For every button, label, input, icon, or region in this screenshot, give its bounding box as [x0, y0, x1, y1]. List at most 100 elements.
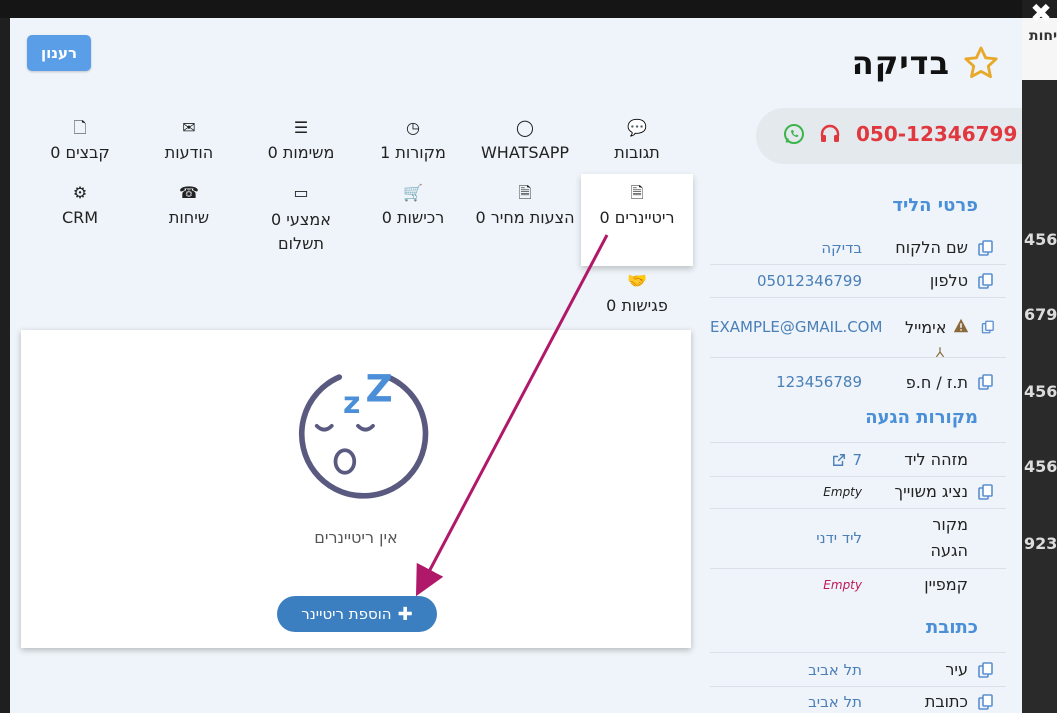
copy-icon[interactable] — [976, 372, 996, 392]
star-icon[interactable] — [962, 44, 1000, 82]
page-title: בדיקה — [851, 44, 950, 82]
detail-row: אימייל EXAMPLE@GMAIL.COM — [710, 297, 1006, 358]
detail-label: שם הלקוח — [895, 238, 968, 257]
tab-whatsapp[interactable]: ◯ WHATSAPP — [469, 117, 581, 162]
detail-value[interactable]: Empty — [710, 485, 872, 499]
cart-icon: 🛒 — [403, 183, 423, 202]
tab-sources[interactable]: ◷ 1 מקורות — [357, 117, 469, 162]
tab-label: 0 משימות — [267, 143, 335, 162]
tab-label: הודעות — [164, 143, 214, 162]
svg-text:Z: Z — [366, 367, 393, 411]
detail-label: נציג משוייך — [894, 482, 968, 501]
phone-icon: ☎ — [179, 183, 199, 202]
background-text: 6795 — [1024, 305, 1057, 324]
detail-label: מזהה ליד — [904, 450, 968, 469]
copy-icon[interactable] — [980, 317, 996, 337]
whatsapp-icon[interactable] — [782, 122, 806, 146]
pdf-icon: 🗎 — [518, 183, 532, 202]
background-text: 9232 — [1024, 534, 1057, 553]
detail-value[interactable]: תל אביב — [710, 693, 872, 711]
tab-files[interactable]: 🗋 0 קבצים — [24, 117, 136, 162]
detail-label: אימייל — [892, 317, 971, 358]
add-retainer-button[interactable]: הוספת ריטיינר ✚ — [277, 596, 437, 632]
background-text: שיחות — [1029, 28, 1057, 44]
tab-label: WHATSAPP — [480, 143, 570, 162]
background-top-nav — [0, 0, 1022, 18]
tab-crm[interactable]: ⚙ CRM — [24, 182, 136, 227]
detail-value[interactable]: Empty — [710, 578, 872, 592]
email-label: אימייל — [905, 318, 947, 337]
background-text: 4567 — [1024, 230, 1057, 249]
tab-label: 0 ריטיינרים — [599, 208, 675, 227]
gear-icon: ⚙ — [72, 183, 88, 202]
handshake-icon: 🤝 — [627, 271, 647, 290]
lead-modal: בדיקה רענון 050-12346799 פרטי הליד שם הל… — [10, 18, 1022, 713]
credit-card-icon: ▭ — [293, 183, 309, 202]
detail-row: שם הלקוח בדיקה — [710, 231, 1006, 265]
retainers-panel: z Z אין ריטיינרים הוספת ריטיינר ✚ — [21, 330, 691, 648]
copy-icon[interactable] — [976, 482, 996, 502]
comments-icon: 💬 — [627, 118, 647, 137]
tab-calls[interactable]: ☎ שיחות — [133, 182, 245, 227]
detail-value[interactable]: תל אביב — [710, 661, 872, 679]
detail-value[interactable]: ליד ידני — [710, 529, 872, 547]
background-text: 4567 — [1024, 382, 1057, 401]
external-link-icon[interactable] — [832, 453, 846, 467]
tab-label: 0 רכישות — [381, 208, 445, 227]
background-text: 4567 — [1024, 457, 1057, 476]
background-right-strip — [1022, 18, 1057, 713]
detail-value[interactable]: EXAMPLE@GMAIL.COM — [710, 318, 892, 336]
refresh-button[interactable]: רענון — [27, 35, 91, 71]
plus-icon: ✚ — [397, 603, 413, 625]
tab-meetings[interactable]: 🤝 0 פגישות — [581, 270, 693, 315]
detail-label: ת.ז / ח.פ — [905, 372, 968, 392]
envelope-icon: ✉ — [182, 118, 196, 137]
detail-label: טלפון — [929, 271, 968, 290]
headset-icon[interactable] — [818, 122, 842, 146]
tab-label: 1 מקורות — [380, 143, 446, 162]
copy-icon[interactable] — [976, 660, 996, 680]
detail-row: נציג משוייך Empty — [710, 475, 1006, 509]
tab-label: 0 הצעות מחיר — [475, 208, 575, 227]
detail-row: עיר תל אביב — [710, 652, 1006, 687]
tasks-icon: ☰ — [293, 118, 309, 137]
copy-icon[interactable] — [976, 692, 996, 712]
tab-label: תגובות — [614, 143, 660, 162]
detail-row: מקור הגעה ליד ידני — [710, 508, 1006, 569]
svg-text:z: z — [343, 386, 360, 421]
detail-value[interactable]: בדיקה — [710, 239, 872, 257]
tab-tasks[interactable]: ☰ 0 משימות — [245, 117, 357, 162]
lead-id-value[interactable]: 7 — [852, 451, 862, 469]
copy-icon[interactable] — [976, 238, 996, 258]
lead-details-title: פרטי הליד — [892, 195, 978, 216]
tab-label: 0 פגישות — [606, 296, 668, 315]
tab-purchases[interactable]: 🛒 0 רכישות — [357, 182, 469, 227]
invoice-icon: 🗎 — [630, 183, 644, 202]
tab-retainers[interactable]: 🗎 0 ריטיינרים — [581, 174, 693, 266]
detail-row: ת.ז / ח.פ 123456789 — [710, 357, 1006, 407]
tab-messages[interactable]: ✉ הודעות — [133, 117, 245, 162]
detail-value[interactable]: 05012346799 — [710, 272, 872, 290]
phone-number[interactable]: 050-12346799 — [856, 122, 1017, 146]
detail-row: מזהה ליד 7 — [710, 442, 1006, 477]
sources-title: מקורות הגעה — [865, 407, 978, 428]
tab-quotes[interactable]: 🗎 0 הצעות מחיר — [469, 182, 581, 227]
empty-state-text: אין ריטיינרים — [314, 528, 398, 547]
tab-label: 0 קבצים — [50, 143, 110, 162]
warning-icon — [953, 318, 968, 333]
detail-value[interactable]: 7 — [710, 451, 872, 469]
file-icon: 🗋 — [73, 118, 87, 137]
detail-label: מקור הגעה — [930, 515, 968, 560]
tab-payment-methods[interactable]: ▭ 0 אמצעי תשלום — [245, 182, 357, 256]
close-icon[interactable]: ✖ — [1029, 1, 1053, 27]
sleeping-face-icon: z Z — [298, 367, 429, 499]
detail-label: עיר — [945, 660, 968, 679]
address-title: כתובת — [926, 617, 978, 638]
add-retainer-label: הוספת ריטיינר — [301, 605, 392, 623]
detail-row: טלפון 05012346799 — [710, 264, 1006, 298]
whatsapp-icon: ◯ — [516, 118, 534, 137]
detail-value[interactable]: 123456789 — [710, 373, 872, 391]
copy-icon[interactable] — [976, 271, 996, 291]
tab-label: 0 אמצעי תשלום — [271, 210, 331, 253]
tab-comments[interactable]: 💬 תגובות — [581, 117, 693, 162]
